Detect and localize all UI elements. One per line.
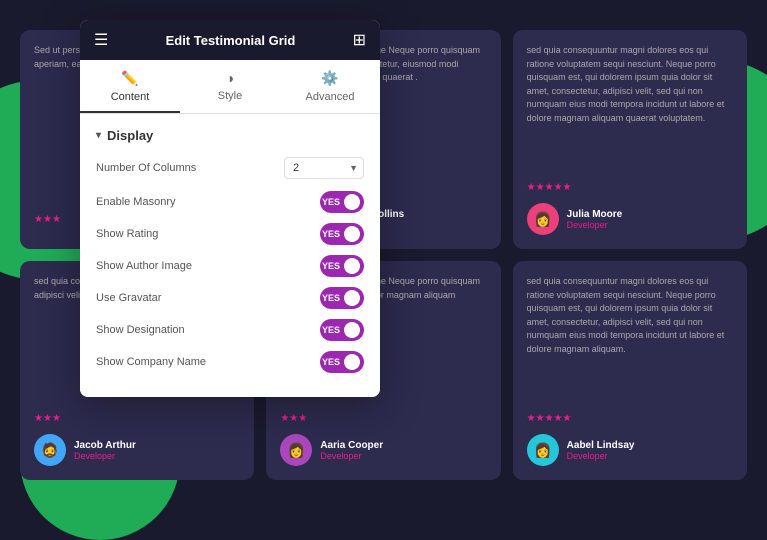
toggle-label-2: Show Author Image [96,260,192,272]
author-role: Developer [320,451,383,461]
tab-advanced-label: Advanced [306,91,355,103]
toggle-label-0: Enable Masonry [96,196,176,208]
testimonial-footer: 👩 Aabel LindsayDeveloper [527,434,733,466]
toggle-yes-5: YES [322,357,340,367]
toggle-row: Enable Masonry YES [96,191,364,213]
author-role: Developer [567,220,623,230]
toggle-5[interactable]: YES [320,351,364,373]
toggle-1[interactable]: YES [320,223,364,245]
tab-content-label: Content [111,91,150,103]
section-title-text: Display [107,128,153,143]
author-name: Aabel Lindsay [567,440,635,451]
author-name: Jacob Arthur [74,440,136,451]
avatar: 👩 [527,203,559,235]
toggle-0[interactable]: YES [320,191,364,213]
toggle-label-3: Use Gravatar [96,292,161,304]
star-row: ★★★★★ [527,408,733,426]
toggle-row: Show Company Name YES [96,351,364,373]
author-info: Jacob ArthurDeveloper [74,440,136,461]
section-arrow: ▾ [96,130,101,141]
grid-icon[interactable]: ⊞ [353,30,366,50]
columns-row: Number Of Columns 2 1 3 4 ▼ [96,157,364,179]
toggle-row: Show Rating YES [96,223,364,245]
tab-style[interactable]: ◑ Style [180,60,280,113]
section-display: ▾ Display [96,128,364,143]
testimonial-text: sed quia consequuntur magni dolores eos … [527,275,733,400]
tab-style-label: Style [218,90,242,102]
panel-body: ▾ Display Number Of Columns 2 1 3 4 ▼ En… [80,114,380,397]
avatar: 👩 [527,434,559,466]
author-role: Developer [567,451,635,461]
toggle-yes-1: YES [322,229,340,239]
author-info: Aaria CooperDeveloper [320,440,383,461]
author-info: Aabel LindsayDeveloper [567,440,635,461]
toggle-row: Show Author Image YES [96,255,364,277]
panel-header: ☰ Edit Testimonial Grid ⊞ [80,20,380,60]
content-icon: ✏️ [121,70,138,87]
columns-select[interactable]: 2 1 3 4 [284,157,364,179]
testimonial-footer: 👩 Julia MooreDeveloper [527,203,733,235]
toggle-yes-2: YES [322,261,340,271]
toggle-label-1: Show Rating [96,228,158,240]
star-row: ★★★★★ [527,177,733,195]
testimonial-footer: 👩 Aaria CooperDeveloper [280,434,486,466]
tab-content[interactable]: ✏️ Content [80,60,180,113]
testimonial-card: sed quia consequuntur magni dolores eos … [513,261,747,480]
columns-select-wrapper: 2 1 3 4 ▼ [284,157,364,179]
toggle-row: Use Gravatar YES [96,287,364,309]
panel-title: Edit Testimonial Grid [166,33,296,48]
toggles-container: Enable MasonryYESShow RatingYESShow Auth… [96,191,364,373]
testimonial-card: sed quia consequuntur magni dolores eos … [513,30,747,249]
author-role: Developer [74,451,136,461]
author-name: Aaria Cooper [320,440,383,451]
advanced-icon: ⚙️ [321,70,338,87]
star-row: ★★★ [34,408,240,426]
edit-panel: ☰ Edit Testimonial Grid ⊞ ✏️ Content ◑ S… [80,20,380,397]
toggle-3[interactable]: YES [320,287,364,309]
avatar: 👩 [280,434,312,466]
toggle-label-5: Show Company Name [96,356,206,368]
hamburger-icon[interactable]: ☰ [94,30,108,50]
toggle-2[interactable]: YES [320,255,364,277]
star-row: ★★★ [280,408,486,426]
author-name: Julia Moore [567,209,623,220]
toggle-yes-0: YES [322,197,340,207]
panel-tabs: ✏️ Content ◑ Style ⚙️ Advanced [80,60,380,114]
avatar: 🧔 [34,434,66,466]
toggle-yes-3: YES [322,293,340,303]
style-icon: ◑ [226,70,234,86]
toggle-row: Show Designation YES [96,319,364,341]
toggle-4[interactable]: YES [320,319,364,341]
testimonial-footer: 🧔 Jacob ArthurDeveloper [34,434,240,466]
toggle-yes-4: YES [322,325,340,335]
toggle-label-4: Show Designation [96,324,185,336]
columns-label: Number Of Columns [96,162,196,174]
tab-advanced[interactable]: ⚙️ Advanced [280,60,380,113]
testimonial-text: sed quia consequuntur magni dolores eos … [527,44,733,169]
author-info: Julia MooreDeveloper [567,209,623,230]
